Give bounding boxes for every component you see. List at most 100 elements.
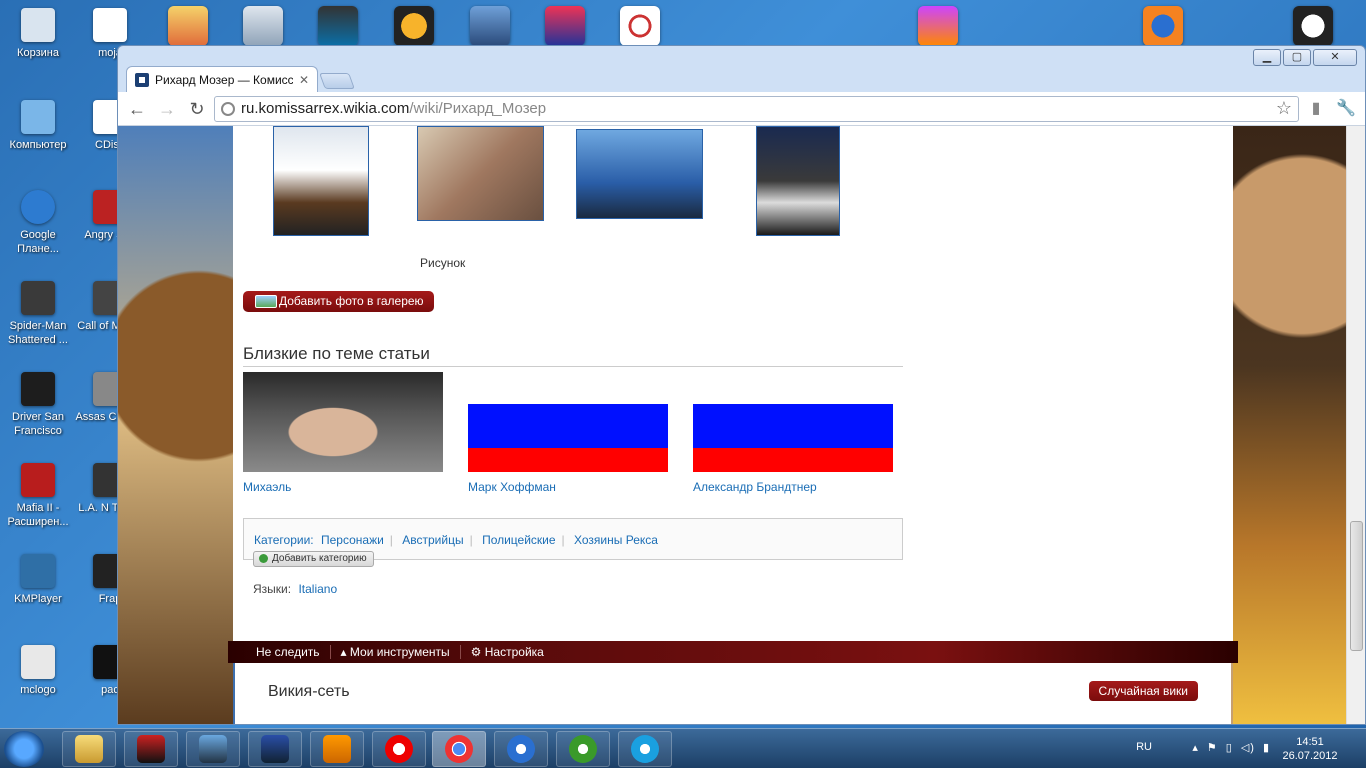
- clock-time: 14:51: [1296, 736, 1324, 748]
- volume-icon[interactable]: ◁): [1241, 741, 1255, 754]
- forward-button[interactable]: →: [154, 96, 180, 122]
- taskbar-opera[interactable]: [372, 731, 426, 767]
- taskbar-media[interactable]: [310, 731, 364, 767]
- desktop-icon-kmplayer[interactable]: KMPlayer: [2, 554, 74, 606]
- related-link[interactable]: Марк Хоффман: [468, 480, 668, 494]
- language-indicator[interactable]: RU: [1136, 741, 1152, 753]
- media-player-icon: [323, 735, 351, 763]
- category-link[interactable]: Полицейские: [482, 533, 555, 547]
- game-icon: [137, 735, 165, 763]
- add-category-button[interactable]: Добавить категорию: [253, 551, 374, 567]
- bookmark-star-icon[interactable]: ☆: [1276, 98, 1292, 119]
- mclogo-icon: [21, 645, 55, 679]
- related-card[interactable]: Михаэль: [243, 372, 443, 494]
- page-info-icon[interactable]: [221, 101, 235, 116]
- reload-button[interactable]: ↻: [184, 96, 210, 122]
- desktop-icon-label: Mafia II - Расширен...: [7, 502, 69, 528]
- show-hidden-icons-icon[interactable]: ▴: [1192, 741, 1199, 754]
- signal-bars-icon[interactable]: ▮: [1263, 741, 1270, 754]
- clock[interactable]: 14:51 26.07.2012: [1280, 735, 1340, 763]
- my-tools-button[interactable]: ▴ Мои инструменты: [331, 645, 461, 659]
- gallery-caption: Рисунок: [420, 256, 466, 270]
- network-icon[interactable]: ⚑: [1207, 741, 1218, 754]
- gallery-image-3[interactable]: [576, 129, 703, 219]
- half-life-icon[interactable]: [394, 6, 434, 46]
- unfollow-button[interactable]: Не следить: [246, 645, 331, 659]
- utorrent-icon: [569, 735, 597, 763]
- tab-active[interactable]: Рихард Мозер — Комиссар ✕: [126, 66, 318, 92]
- back-button[interactable]: ←: [124, 96, 150, 122]
- start-button[interactable]: [4, 731, 44, 767]
- gallery-image-4[interactable]: [756, 126, 840, 236]
- calculator-icon[interactable]: [243, 6, 283, 46]
- language-link[interactable]: Italiano: [298, 582, 337, 596]
- category-link[interactable]: Хозяины Рекса: [574, 533, 658, 547]
- chrome-icon: [445, 735, 473, 763]
- flag-image: [693, 404, 893, 472]
- url-path: /wiki/Рихард_Мозер: [409, 100, 547, 117]
- related-card[interactable]: Александр Брандтнер: [693, 372, 893, 494]
- related-link[interactable]: Михаэль: [243, 480, 443, 494]
- desktop-icon-spiderman[interactable]: Spider-Man Shattered ...: [2, 281, 74, 347]
- taskbar-utorrent[interactable]: [556, 731, 610, 767]
- paint-icon[interactable]: [168, 6, 208, 46]
- new-tab-button[interactable]: [319, 73, 355, 89]
- save-disk-icon: [261, 735, 289, 763]
- desktop-icon-driver[interactable]: Driver San Francisco: [2, 372, 74, 438]
- add-photo-button[interactable]: Добавить фото в галерею: [243, 291, 434, 312]
- address-bar[interactable]: ru.komissarrex.wikia.com /wiki/Рихард_Мо…: [214, 95, 1299, 122]
- related-link[interactable]: Александр Брандтнер: [693, 480, 893, 494]
- film-editor-icon[interactable]: [318, 6, 358, 46]
- taskbar-save[interactable]: [248, 731, 302, 767]
- languages-label: Языки:: [253, 582, 292, 596]
- lightning-icon: [507, 735, 535, 763]
- random-wiki-button[interactable]: Случайная вики: [1088, 681, 1198, 701]
- taskbar-lightning[interactable]: [494, 731, 548, 767]
- settings-button[interactable]: ⚙ Настройка: [461, 645, 554, 659]
- taskbar-skype[interactable]: [618, 731, 672, 767]
- skype-tool-icon[interactable]: [918, 6, 958, 46]
- kmplayer-icon: [21, 554, 55, 588]
- browser-window: ▁ ▢ ✕ Рихард Мозер — Комиссар ✕ ← → ↻ ru…: [117, 45, 1366, 725]
- minimize-button[interactable]: ▁: [1253, 49, 1281, 66]
- gallery-image-1[interactable]: [273, 126, 369, 236]
- related-card[interactable]: Марк Хоффман: [468, 372, 668, 494]
- mojang-icon: [93, 8, 127, 42]
- desktop-icon-computer[interactable]: Компьютер: [2, 100, 74, 152]
- url-host: ru.komissarrex.wikia.com: [241, 100, 410, 117]
- related-image[interactable]: [468, 372, 668, 472]
- media-icon[interactable]: [470, 6, 510, 46]
- categories-label: Категории:: [254, 533, 314, 547]
- save-disk-icon[interactable]: [545, 6, 585, 46]
- page-scrollbar[interactable]: [1346, 126, 1365, 724]
- desktop-icon-recycle-bin[interactable]: Корзина: [2, 8, 74, 60]
- signal-icon[interactable]: ▮: [1303, 96, 1329, 122]
- scrollbar-thumb[interactable]: [1350, 521, 1363, 651]
- steam-like-icon[interactable]: [1293, 6, 1333, 46]
- gear-icon: ⚙: [470, 645, 482, 659]
- maximize-button[interactable]: ▢: [1283, 49, 1311, 66]
- category-link[interactable]: Персонажи: [321, 533, 384, 547]
- related-image[interactable]: [693, 372, 893, 472]
- browser-toolbar: ← → ↻ ru.komissarrex.wikia.com /wiki/Рих…: [118, 92, 1365, 126]
- firefox-icon[interactable]: [1143, 6, 1183, 46]
- gallery-image-2[interactable]: [417, 126, 544, 221]
- wrench-icon[interactable]: 🔧: [1333, 96, 1359, 122]
- desktop-icon-mclogo[interactable]: mclogo: [2, 645, 74, 697]
- category-link[interactable]: Австрийцы: [402, 533, 463, 547]
- tab-title: Рихард Мозер — Комиссар: [155, 72, 293, 87]
- battery-icon[interactable]: ▯: [1226, 741, 1233, 754]
- clock-date: 26.07.2012: [1282, 750, 1338, 762]
- desktop-icon-google-earth[interactable]: Google Плане...: [2, 190, 74, 256]
- desktop-icon-label: Google Плане...: [17, 229, 59, 255]
- taskbar-chrome[interactable]: [432, 731, 486, 767]
- tab-close-icon[interactable]: ✕: [299, 73, 309, 87]
- taskbar-explorer[interactable]: [62, 731, 116, 767]
- film-reel-icon[interactable]: [620, 6, 660, 46]
- background-left-image: [118, 126, 233, 724]
- taskbar-kmplayer[interactable]: [186, 731, 240, 767]
- desktop-icon-mafia[interactable]: Mafia II - Расширен...: [2, 463, 74, 529]
- related-image[interactable]: [243, 372, 443, 472]
- taskbar-game[interactable]: [124, 731, 178, 767]
- close-button[interactable]: ✕: [1313, 49, 1357, 66]
